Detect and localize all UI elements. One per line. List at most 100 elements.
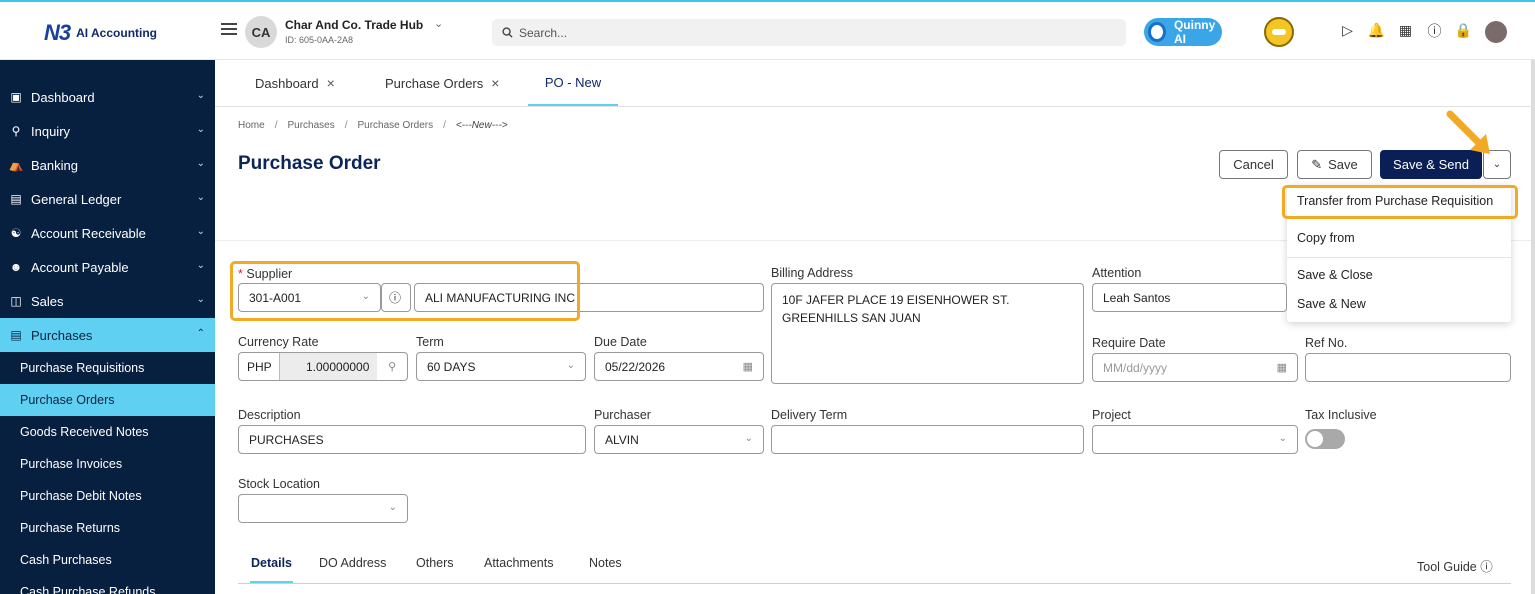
divider	[1287, 257, 1511, 258]
sidebar-item-inquiry[interactable]: ⚲ Inquiry ⌄	[0, 114, 215, 148]
term-select[interactable]: 60 DAYS ⌄	[416, 352, 586, 381]
search-icon[interactable]: ⚲	[377, 360, 407, 373]
chevron-down-icon: ⌄	[196, 226, 205, 237]
payable-icon: ☻	[9, 260, 23, 274]
sidebar-item-label: Account Payable	[31, 259, 129, 275]
project-select[interactable]: ⌄	[1092, 425, 1298, 454]
attention-field[interactable]: Leah Santos	[1092, 283, 1287, 312]
chevron-down-icon: ⌄	[388, 502, 397, 513]
delivery-term-label: Delivery Term	[771, 408, 848, 422]
close-icon[interactable]: ×	[491, 75, 499, 91]
delivery-term-field[interactable]	[771, 425, 1084, 454]
purchaser-select[interactable]: ALVIN ⌄	[594, 425, 764, 454]
require-date-field[interactable]: MM/dd/yyyy ▦	[1092, 353, 1298, 382]
ref-no-field[interactable]	[1305, 353, 1511, 382]
menu-item-copy-from[interactable]: Copy from	[1297, 231, 1355, 245]
purchaser-label: Purchaser	[594, 408, 651, 422]
close-icon[interactable]: ×	[327, 75, 335, 91]
require-date-label: Require Date	[1092, 336, 1166, 350]
search-bar[interactable]	[492, 19, 1126, 46]
chevron-down-icon: ⌄	[196, 124, 205, 135]
breadcrumb-home[interactable]: Home	[238, 120, 265, 131]
tab-label: Dashboard	[255, 75, 319, 91]
tab-purchase-orders[interactable]: Purchase Orders ×	[385, 60, 499, 106]
sidebar-subitem-cash-purchase-refunds[interactable]: Cash Purchase Refunds	[0, 576, 215, 594]
tab-attachments[interactable]: Attachments	[484, 556, 553, 570]
bank-icon: ⛺	[8, 158, 24, 172]
tab-po-new[interactable]: PO - New	[528, 60, 618, 106]
stock-location-label: Stock Location	[238, 477, 320, 491]
billing-address-field[interactable]: 10F JAFER PLACE 19 EISENHOWER ST. GREENHI…	[771, 283, 1084, 384]
highlight-box	[230, 261, 580, 321]
sidebar-subitem-cash-purchases[interactable]: Cash Purchases	[0, 544, 215, 576]
top-bar: N3 AI Accounting CA Char And Co. Trade H…	[0, 0, 1535, 60]
detail-tabs: Details DO Address Others Attachments No…	[238, 548, 1511, 584]
currency-rate-field[interactable]: PHP 1.00000000 ⚲	[238, 352, 408, 381]
quinny-icon	[1148, 22, 1166, 42]
tab-dashboard[interactable]: Dashboard ×	[255, 60, 335, 106]
menu-item-save-new[interactable]: Save & New	[1297, 297, 1366, 311]
chevron-down-icon[interactable]: ⌄	[434, 17, 443, 30]
search-input[interactable]	[519, 25, 1099, 40]
description-field[interactable]: PURCHASES	[238, 425, 586, 454]
tool-guide-link[interactable]: Tool Guide ⓘ	[1417, 556, 1493, 575]
quinny-label: Quinny AI	[1173, 18, 1216, 46]
breadcrumb-purchase-orders[interactable]: Purchase Orders	[358, 120, 434, 131]
chevron-down-icon: ⌄	[196, 90, 205, 101]
bell-icon[interactable]: 🔔	[1368, 22, 1385, 39]
sidebar-item-purchases[interactable]: ▤ Purchases ⌃	[0, 318, 215, 352]
tax-inclusive-label: Tax Inclusive	[1305, 408, 1377, 422]
quinny-ai-button[interactable]: Quinny AI	[1144, 18, 1222, 46]
sidebar-item-dashboard[interactable]: ▣ Dashboard ⌄	[0, 80, 215, 114]
receivable-icon: ☯	[10, 226, 22, 240]
tax-inclusive-toggle[interactable]	[1305, 429, 1345, 449]
tab-details[interactable]: Details	[251, 556, 292, 570]
bot-avatar-icon[interactable]	[1264, 17, 1294, 47]
user-avatar[interactable]	[1485, 21, 1507, 43]
chevron-down-icon: ⌄	[1278, 433, 1287, 444]
menu-item-save-close[interactable]: Save & Close	[1297, 268, 1373, 282]
calendar-icon[interactable]: ▦	[1277, 361, 1287, 374]
sidebar-subitem-purchase-debit-notes[interactable]: Purchase Debit Notes	[0, 480, 215, 512]
sidebar-subitem-purchase-invoices[interactable]: Purchase Invoices	[0, 448, 215, 480]
lock-icon[interactable]: 🔒	[1455, 22, 1472, 39]
calendar-icon[interactable]: ▦	[743, 360, 753, 373]
scrollbar[interactable]	[1531, 60, 1535, 594]
sidebar-subitem-purchase-requisitions[interactable]: Purchase Requisitions	[0, 352, 215, 384]
tab-do-address[interactable]: DO Address	[319, 556, 386, 570]
tab-others[interactable]: Others	[416, 556, 454, 570]
sidebar-item-label: Dashboard	[31, 89, 95, 105]
save-button[interactable]: ✎ Save	[1297, 150, 1372, 179]
ref-no-label: Ref No.	[1305, 336, 1348, 350]
sidebar-item-banking[interactable]: ⛺ Banking ⌄	[0, 148, 215, 182]
company-name[interactable]: Char And Co. Trade Hub	[285, 18, 423, 32]
chevron-up-icon: ⌃	[196, 328, 205, 339]
menu-toggle-icon[interactable]	[221, 23, 237, 37]
sidebar-item-general-ledger[interactable]: ▤ General Ledger ⌄	[0, 182, 215, 216]
sidebar-subitem-goods-received-notes[interactable]: Goods Received Notes	[0, 416, 215, 448]
cancel-button[interactable]: Cancel	[1219, 150, 1288, 179]
top-icons: ▷ 🔔 ▦ ⓘ 🔒	[1339, 22, 1472, 39]
store-icon[interactable]: ▦	[1397, 22, 1414, 39]
due-date-field[interactable]: 05/22/2026 ▦	[594, 352, 764, 381]
sidebar-item-label: Inquiry	[31, 123, 71, 139]
stock-location-select[interactable]: ⌄	[238, 494, 408, 523]
sales-icon: ◫	[10, 294, 22, 308]
help-icon[interactable]: ⓘ	[1426, 22, 1443, 39]
highlight-box	[1282, 185, 1518, 219]
breadcrumb: Home / Purchases / Purchase Orders / <---Ne…	[238, 120, 508, 131]
term-label: Term	[416, 335, 444, 349]
sidebar-subitem-purchase-returns[interactable]: Purchase Returns	[0, 512, 215, 544]
currency-rate-label: Currency Rate	[238, 335, 319, 349]
tab-notes[interactable]: Notes	[589, 556, 622, 570]
play-icon[interactable]: ▷	[1339, 22, 1356, 39]
app-logo[interactable]: N3 AI Accounting	[44, 20, 157, 46]
sidebar-item-account-receivable[interactable]: ☯ Account Receivable ⌄	[0, 216, 215, 250]
company-avatar[interactable]: CA	[245, 16, 277, 48]
due-date-label: Due Date	[594, 335, 647, 349]
sidebar-item-sales[interactable]: ◫ Sales ⌄	[0, 284, 215, 318]
sidebar-subitem-purchase-orders[interactable]: Purchase Orders	[0, 384, 215, 416]
logo-text: AI Accounting	[76, 26, 158, 40]
sidebar-item-account-payable[interactable]: ☻ Account Payable ⌄	[0, 250, 215, 284]
breadcrumb-purchases[interactable]: Purchases	[287, 120, 334, 131]
